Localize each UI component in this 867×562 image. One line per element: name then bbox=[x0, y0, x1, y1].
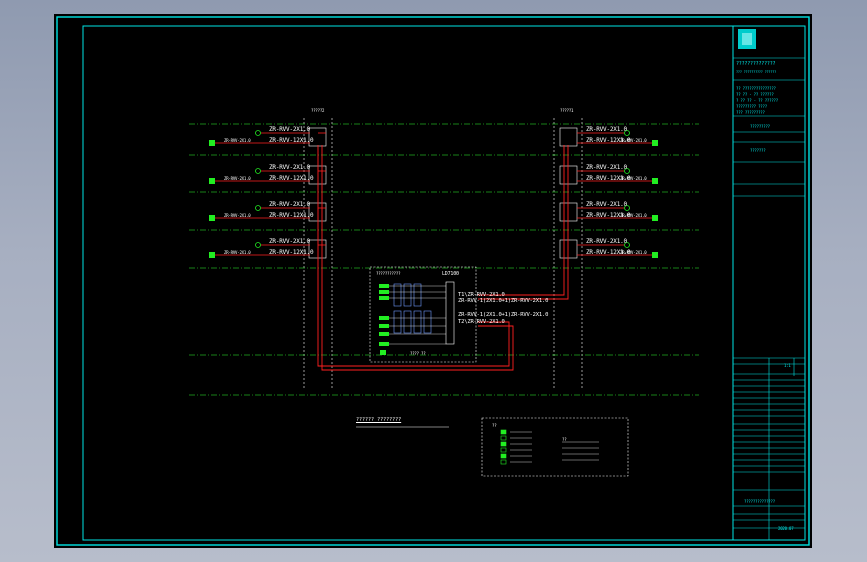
cable-label-branch: ZR-RVV-12X1.0 bbox=[269, 137, 314, 144]
panel-indicator bbox=[379, 324, 389, 328]
cable-label-main: ZR-RVV-2X1.0 bbox=[269, 238, 310, 245]
inner-frame bbox=[82, 25, 806, 541]
panel-module bbox=[413, 283, 422, 307]
device-label: ZR-RVV-2X1.0 bbox=[224, 250, 251, 255]
detector-icon bbox=[209, 140, 215, 146]
detector-icon bbox=[652, 215, 658, 221]
cable-label-main: ZR-RVV-2X1.0 bbox=[586, 201, 627, 208]
drawing-sheet: ?????2 ?????1 ZR-RVV-2X1.0 ZR-RVV-12X1.0 Z… bbox=[54, 14, 812, 548]
cable-label-main: ZR-RVV-2X1.0 bbox=[269, 126, 310, 133]
diagram-title: ?????? ???????? bbox=[356, 417, 402, 423]
cable-label-main: ZR-RVV-2X1.0 bbox=[269, 164, 310, 171]
legend-items bbox=[500, 429, 599, 465]
riser-lines bbox=[303, 118, 583, 390]
panel-module bbox=[393, 310, 402, 334]
cable-label-branch: ZR-RVV-12X1.0 bbox=[269, 249, 314, 256]
trunk-cables bbox=[317, 145, 569, 371]
scale: 1:1 bbox=[784, 363, 791, 368]
panel-indicator bbox=[379, 332, 389, 336]
cable-label-main: ZR-RVV-2X1.0 bbox=[586, 164, 627, 171]
panel-indicator bbox=[379, 296, 389, 300]
detector-icon bbox=[652, 252, 658, 258]
legend-symbol bbox=[500, 447, 507, 453]
terminal-strip bbox=[445, 281, 455, 345]
title-block-grid bbox=[733, 57, 805, 540]
legend-symbol bbox=[500, 435, 507, 441]
legend-symbol bbox=[500, 441, 507, 447]
bottom-code: ?????????????? bbox=[744, 499, 775, 504]
tb-row-3: ? ?? ?? - ?? ?????? bbox=[736, 98, 778, 103]
project-name: ????????? bbox=[750, 124, 770, 129]
device-label: ZR-RVV-2X1.0 bbox=[224, 176, 251, 181]
cable-label-main: ZR-RVV-2X1.0 bbox=[269, 201, 310, 208]
trunk-line-3: ZR-RVV-1(2X1.0+1)ZR-RVV-2X1.0 bbox=[458, 312, 549, 318]
right-group-tag: ?????1 bbox=[560, 108, 574, 113]
panel-indicator bbox=[379, 284, 389, 288]
trunk-line-4: T2\ZR-RVV-2X1.0 bbox=[458, 319, 505, 325]
device-label: ZR-RVV-2X1.0 bbox=[620, 213, 647, 218]
device-label: ZR-RVV-2X1.0 bbox=[224, 138, 251, 143]
panel-indicator bbox=[379, 290, 389, 294]
device-label: ZR-RVV-2X1.0 bbox=[620, 176, 647, 181]
legend-symbol bbox=[500, 429, 507, 435]
panel-module bbox=[413, 310, 422, 334]
manual-button-icon bbox=[255, 168, 261, 174]
panel-inner bbox=[379, 281, 455, 355]
panel-module bbox=[403, 283, 412, 307]
date: 2020.07 bbox=[778, 526, 794, 531]
junction-box bbox=[559, 165, 578, 185]
detector-icon bbox=[209, 252, 215, 258]
cable-label-branch: ZR-RVV-12X1.0 bbox=[269, 212, 314, 219]
panel-indicator bbox=[379, 342, 389, 346]
legend-box bbox=[481, 417, 629, 477]
left-group-tag: ?????2 bbox=[311, 108, 325, 113]
cable-label-main: ZR-RVV-2X1.0 bbox=[586, 126, 627, 133]
detector-icon bbox=[209, 215, 215, 221]
panel-module bbox=[423, 310, 432, 334]
tb-row-1: ?? ??????????????? bbox=[736, 86, 776, 91]
cad-drawing bbox=[56, 16, 810, 546]
junction-box bbox=[559, 239, 578, 259]
detector-icon bbox=[652, 178, 658, 184]
panel-module bbox=[403, 310, 412, 334]
detector-icon bbox=[652, 140, 658, 146]
company-name: ?????????????? bbox=[736, 61, 776, 67]
manual-button-icon bbox=[255, 242, 261, 248]
legend-symbol bbox=[500, 459, 507, 465]
junction-box bbox=[559, 127, 578, 147]
detector-icon bbox=[209, 178, 215, 184]
panel-module bbox=[393, 283, 402, 307]
tb-row-2: ?? ?? - ?? ?????? bbox=[736, 92, 774, 97]
tb-row-5: ??? ????????? bbox=[736, 110, 765, 115]
device-label: ZR-RVV-2X1.0 bbox=[224, 213, 251, 218]
panel-indicator bbox=[380, 350, 386, 355]
device-label: ZR-RVV-2X1.0 bbox=[620, 250, 647, 255]
legend-right-header: ?? bbox=[562, 437, 567, 442]
panel-footer: ???? ?? bbox=[410, 351, 426, 356]
manual-button-icon bbox=[255, 205, 261, 211]
manual-button-icon bbox=[255, 130, 261, 136]
outer-frame bbox=[56, 16, 810, 546]
trunk-line-2: ZR-RVV-1(2X1.0+1)ZR-RVV-2X1.0 bbox=[458, 298, 549, 304]
company-sub: ??? ?????????? ?????? bbox=[736, 70, 777, 74]
legend-header: ?? bbox=[492, 423, 497, 428]
device-label: ZR-RVV-2X1.0 bbox=[620, 138, 647, 143]
panel-header: ??????????? bbox=[376, 271, 401, 276]
cable-label-main: ZR-RVV-2X1.0 bbox=[586, 238, 627, 245]
drawing-name: ??????? bbox=[750, 148, 766, 153]
junction-box bbox=[559, 202, 578, 222]
tb-row-4: ????????? ???? bbox=[736, 104, 767, 109]
cable-label-branch: ZR-RVV-12X1.0 bbox=[269, 175, 314, 182]
panel-title: LD7100 bbox=[442, 271, 459, 277]
panel-indicator bbox=[379, 316, 389, 320]
legend-symbol bbox=[500, 453, 507, 459]
